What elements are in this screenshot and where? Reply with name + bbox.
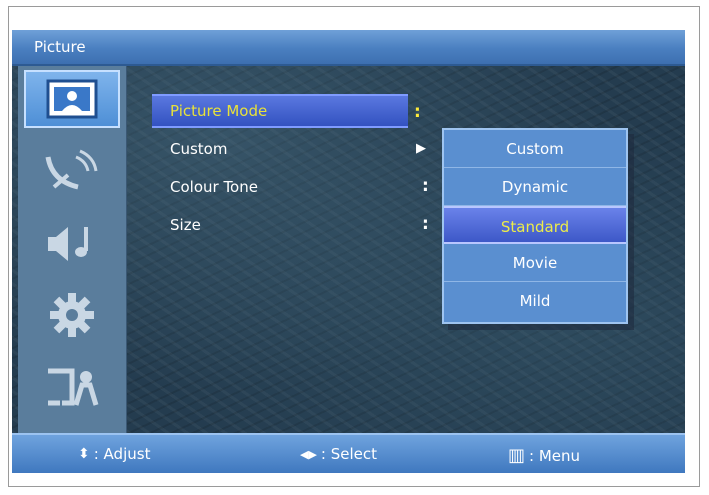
arrow-right-icon: ▶ (416, 141, 426, 156)
hint-adjust: ⬍ : Adjust (78, 445, 150, 463)
menu-icon: ▥ (508, 445, 526, 466)
menu-item-label: Picture Mode (170, 102, 268, 120)
picture-mode-popup: Custom Dynamic Standard Movie Mild (442, 128, 628, 324)
hint-menu: ▥ : Menu (508, 445, 580, 466)
option-dynamic[interactable]: Dynamic (444, 168, 626, 206)
sidebar-item-sound[interactable] (24, 214, 120, 272)
picture-icon (46, 79, 98, 119)
option-standard[interactable]: Standard (444, 206, 626, 244)
menu-item-colour-tone[interactable]: Colour Tone : (152, 170, 442, 204)
hint-select: ◀▶ : Select (300, 445, 377, 463)
menu-item-marker: : (414, 102, 421, 122)
left-right-arrows-icon: ◀▶ (300, 447, 317, 461)
menu-item-label: Colour Tone (170, 178, 258, 196)
menu-item-picture-mode[interactable]: Picture Mode : (152, 94, 421, 128)
sidebar (18, 66, 127, 433)
gear-icon (48, 291, 96, 339)
menu-item-label: Custom (170, 140, 228, 158)
content-area: Picture Mode : Custom ▶ Colour Tone : Si… (12, 66, 685, 433)
option-custom[interactable]: Custom (444, 130, 626, 168)
input-icon (42, 365, 102, 409)
up-down-arrows-icon: ⬍ (78, 446, 90, 462)
menu-item-marker: : (422, 176, 429, 196)
sidebar-item-input[interactable] (24, 358, 120, 416)
hint-menu-label: : Menu (529, 446, 581, 465)
osd-screen: Picture Picture Mode: Custom ▶ Colour T… (12, 30, 685, 473)
option-mild[interactable]: Mild (444, 282, 626, 320)
menu-item-label: Size (170, 216, 201, 234)
hint-adjust-label: : Adjust (93, 445, 151, 463)
menu-item-marker: : (422, 214, 429, 234)
satellite-dish-icon (42, 147, 102, 195)
sidebar-item-picture[interactable] (24, 70, 120, 128)
sidebar-item-setup[interactable] (24, 286, 120, 344)
page-title: Picture (34, 38, 86, 56)
menu-item-size[interactable]: Size : (152, 208, 442, 242)
menu-item-custom[interactable]: Custom ▶ (152, 132, 442, 166)
title-bar: Picture (12, 30, 685, 66)
sound-icon (42, 221, 102, 265)
help-bar: ⬍ : Adjust ◀▶ : Select ▥ : Menu (12, 433, 685, 473)
sidebar-item-channel[interactable] (24, 142, 120, 200)
hint-select-label: : Select (320, 445, 378, 463)
option-movie[interactable]: Movie (444, 244, 626, 282)
